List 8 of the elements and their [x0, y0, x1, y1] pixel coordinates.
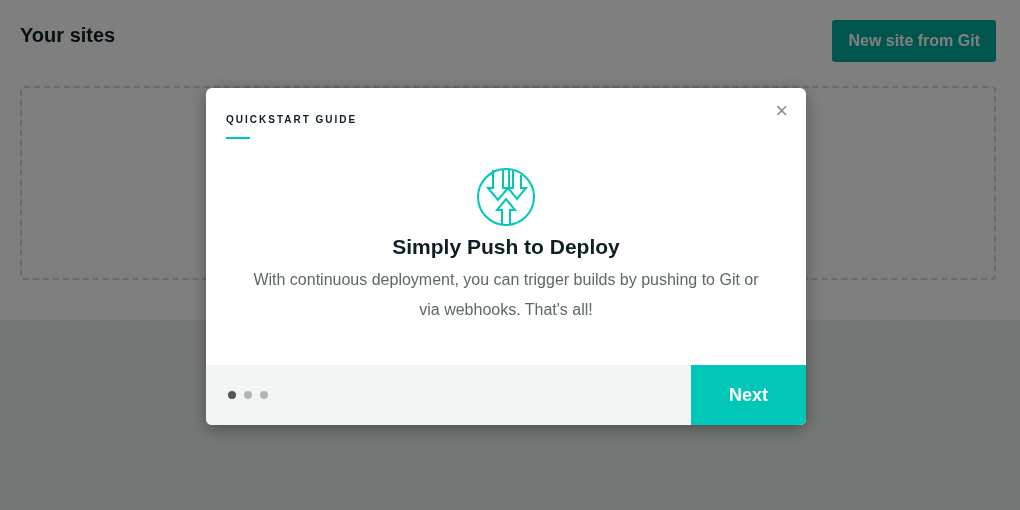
dialog-heading: Simply Push to Deploy [392, 235, 620, 259]
page-title: Your sites [20, 24, 116, 47]
next-button[interactable]: Next [691, 365, 806, 425]
dialog-eyebrow: QUICKSTART GUIDE [226, 114, 359, 125]
close-button[interactable]: × [775, 100, 788, 122]
new-site-button[interactable]: New site from Git [832, 20, 996, 62]
push-arrows-icon [476, 167, 536, 227]
dialog-description: With continuous deployment, you can trigger builds by pushing to Git or via webhooks. That's all! [252, 270, 760, 320]
